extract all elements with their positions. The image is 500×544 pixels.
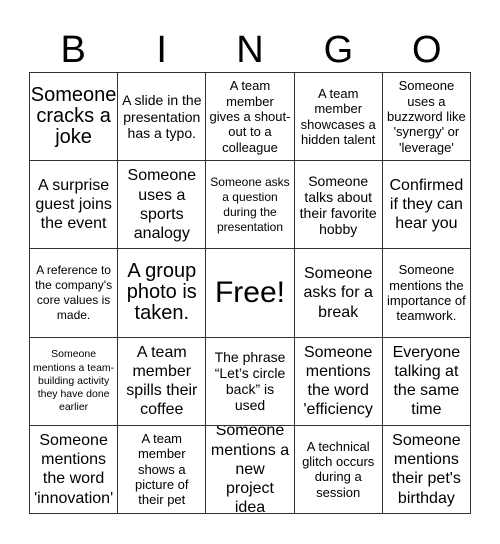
bingo-cell[interactable]: A team member gives a shout-out to a col…: [206, 73, 295, 162]
bingo-cell[interactable]: A technical glitch occurs during a sessi…: [294, 425, 383, 514]
bingo-cell[interactable]: Someone mentions the importance of teamw…: [382, 249, 471, 338]
bingo-cell[interactable]: Someone mentions the word 'innovation': [30, 425, 119, 514]
header-letter-n: N: [236, 29, 264, 71]
bingo-cell[interactable]: Someone cracks a joke: [30, 73, 119, 162]
bingo-cell[interactable]: Someone mentions a team-building activit…: [30, 337, 119, 426]
bingo-cell[interactable]: Someone uses a buzzword like 'synergy' o…: [382, 73, 471, 162]
bingo-cell[interactable]: Someone mentions their pet's birthday: [382, 425, 471, 514]
bingo-cell[interactable]: A team member spills their coffee: [118, 337, 207, 426]
bingo-cell[interactable]: The phrase “Let’s circle back” is used: [206, 337, 295, 426]
bingo-cell[interactable]: A team member showcases a hidden talent: [294, 73, 383, 162]
bingo-cell[interactable]: A slide in the presentation has a typo.: [118, 73, 207, 162]
header-letter-i: I: [156, 29, 167, 71]
bingo-cell[interactable]: Everyone talking at the same time: [382, 337, 471, 426]
bingo-cell[interactable]: Someone uses a sports analogy: [118, 161, 207, 250]
bingo-cell[interactable]: Someone asks a question during the prese…: [206, 161, 295, 250]
header-letter-b: B: [60, 29, 86, 71]
bingo-cell[interactable]: Confirmed if they can hear you: [382, 161, 471, 250]
bingo-cell[interactable]: A team member shows a picture of their p…: [118, 425, 207, 514]
bingo-cell[interactable]: A reference to the company's core values…: [30, 249, 119, 338]
bingo-cell[interactable]: A surprise guest joins the event: [30, 161, 119, 250]
bingo-cell[interactable]: Someone talks about their favorite hobby: [294, 161, 383, 250]
bingo-cell[interactable]: Someone asks for a break: [294, 249, 383, 338]
free-space[interactable]: Free!: [206, 249, 295, 338]
header-letter-o: O: [412, 29, 442, 71]
bingo-cell[interactable]: Someone mentions a new project idea: [206, 425, 295, 514]
bingo-board: Someone cracks a joke A slide in the pre…: [29, 72, 471, 514]
bingo-cell[interactable]: Someone mentions the word 'efficiency: [294, 337, 383, 426]
bingo-header: B I N G O: [29, 28, 471, 72]
header-letter-g: G: [323, 29, 354, 71]
bingo-cell[interactable]: A group photo is taken.: [118, 249, 207, 338]
